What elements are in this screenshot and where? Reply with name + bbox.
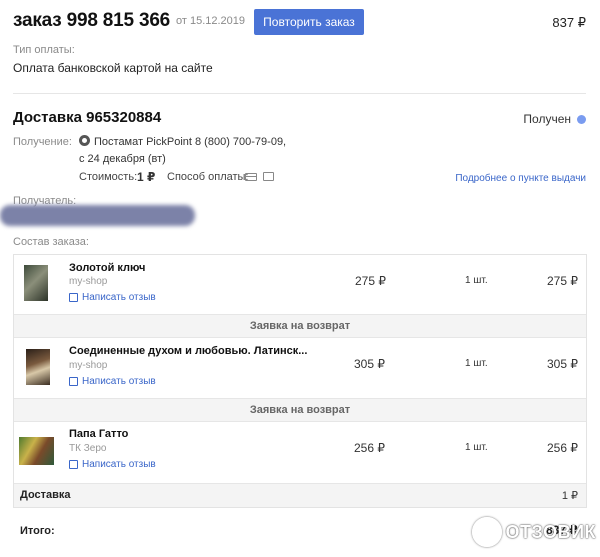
item-title[interactable]: Папа Гатто: [69, 428, 128, 440]
otzovik-watermark: ОТЗОВИК: [471, 515, 596, 549]
item-price: 305 ₽: [354, 357, 385, 371]
item-title[interactable]: Соединенные духом и любовью. Латинск...: [69, 345, 307, 357]
item-quantity: 1 шт.: [465, 442, 488, 453]
order-date: от 15.12.2019: [176, 15, 246, 27]
watermark-text: ОТЗОВИК: [505, 521, 596, 542]
delivery-title: Доставка 965320884: [13, 109, 162, 126]
write-review-link[interactable]: Написать отзыв: [82, 376, 156, 387]
shipping-value: 1 ₽: [561, 490, 578, 502]
return-request-button[interactable]: Заявка на возврат: [14, 314, 586, 338]
pickup-address: Постамат PickPoint 8 (800) 700-79-09,: [94, 136, 287, 148]
item-price: 256 ₽: [354, 441, 385, 455]
delivery-status: Получен: [523, 112, 571, 126]
write-review-link[interactable]: Написать отзыв: [82, 292, 156, 303]
item-shop: my-shop: [69, 360, 108, 371]
total-label: Итого:: [20, 525, 55, 537]
pickpoint-icon: [79, 135, 90, 146]
shipping-row: [14, 483, 586, 507]
otzovik-logo-icon: [471, 517, 502, 547]
cost-value: 1 ₽: [137, 170, 156, 184]
edit-icon: [69, 460, 78, 469]
recipient-name-redacted: [0, 205, 195, 226]
edit-icon: [69, 293, 78, 302]
pickup-date: с 24 декабря (вт): [79, 153, 166, 165]
item-shop: ТК Зеро: [69, 443, 107, 454]
item-sum: 275 ₽: [547, 274, 578, 288]
item-shop: my-shop: [69, 276, 108, 287]
pickup-details-link[interactable]: Подробнее о пункте выдачи: [455, 173, 586, 184]
item-price: 275 ₽: [355, 274, 386, 288]
payment-type-value: Оплата банковской картой на сайте: [13, 61, 213, 75]
write-review-link[interactable]: Написать отзыв: [82, 459, 156, 470]
status-dot-icon: [577, 115, 586, 124]
item-quantity: 1 шт.: [465, 275, 488, 286]
edit-icon: [69, 377, 78, 386]
order-title: заказ 998 815 366: [13, 10, 171, 31]
item-sum: 305 ₽: [547, 357, 578, 371]
payment-type-label: Тип оплаты:: [13, 44, 75, 56]
payment-method-label: Способ оплаты:: [167, 171, 249, 183]
pickup-label: Получение:: [13, 136, 72, 148]
shipping-label: Доставка: [20, 489, 71, 501]
item-title[interactable]: Золотой ключ: [69, 262, 145, 274]
order-total: 837 ₽: [552, 15, 586, 30]
composition-label: Состав заказа:: [13, 236, 89, 248]
item-thumbnail[interactable]: [19, 437, 54, 465]
divider: [13, 93, 586, 94]
return-request-button[interactable]: Заявка на возврат: [14, 398, 586, 422]
item-thumbnail[interactable]: [26, 349, 50, 385]
wallet-icon: [263, 172, 274, 181]
item-sum: 256 ₽: [547, 441, 578, 455]
item-thumbnail[interactable]: [24, 265, 48, 301]
cost-label: Стоимость:: [79, 171, 138, 183]
repeat-order-button[interactable]: Повторить заказ: [254, 9, 364, 35]
card-icon: [245, 173, 257, 181]
item-quantity: 1 шт.: [465, 358, 488, 369]
